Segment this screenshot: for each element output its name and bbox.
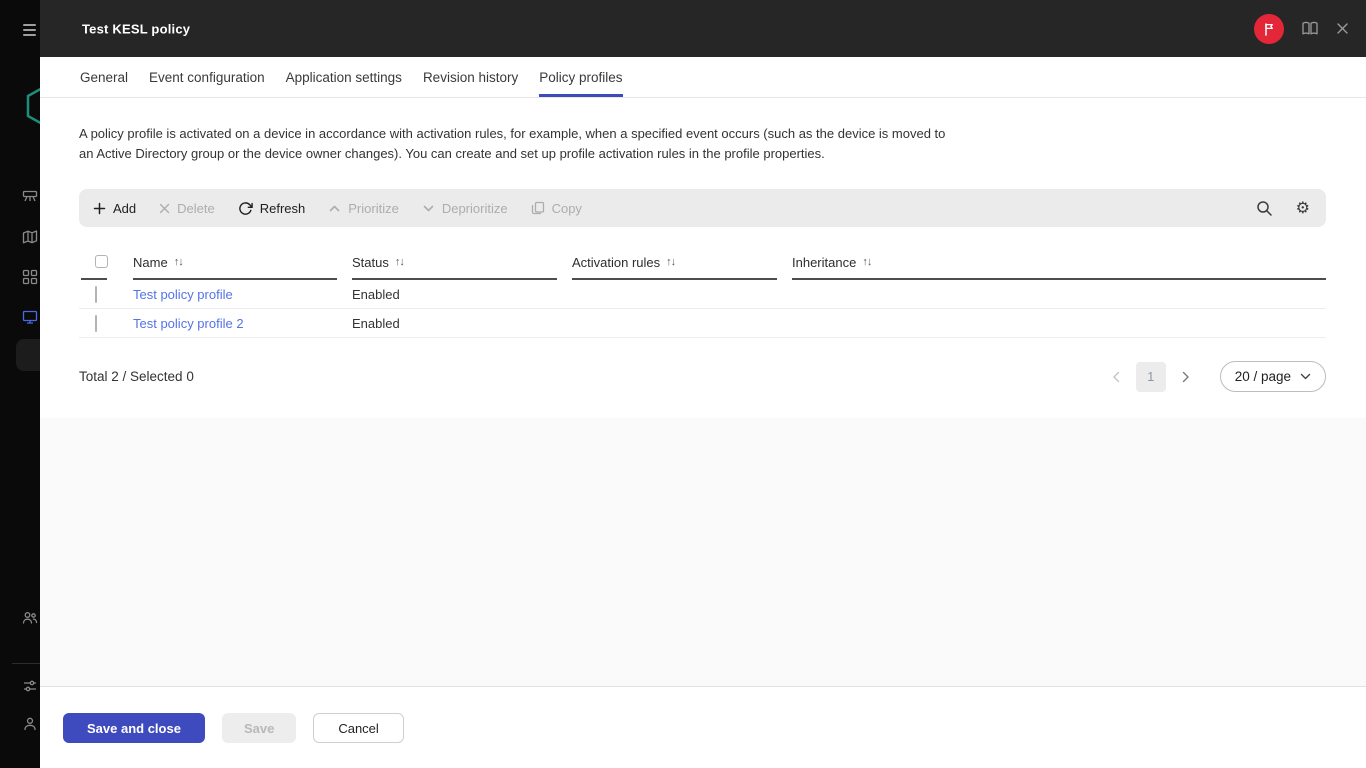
page-size-value: 20 / page — [1235, 369, 1291, 384]
tab-policy-profiles-label: Policy profiles — [539, 70, 622, 85]
toolbar: Add Delete Refresh Prioritize Deprioriti… — [79, 189, 1326, 227]
window-header: Test KESL policy — [40, 0, 1366, 57]
tab-event-configuration[interactable]: Event configuration — [149, 57, 265, 97]
save-button[interactable]: Save — [222, 713, 296, 743]
chevron-up-icon — [328, 202, 341, 215]
column-header-name[interactable]: Name ↑↓ — [133, 249, 352, 280]
table-row: Test policy profile Enabled — [79, 280, 1326, 309]
profile-link[interactable]: Test policy profile — [133, 287, 233, 302]
refresh-button[interactable]: Refresh — [238, 201, 306, 216]
refresh-button-label: Refresh — [260, 201, 306, 216]
next-page-icon[interactable] — [1182, 371, 1190, 383]
sort-icon[interactable]: ↑↓ — [174, 256, 183, 268]
users-icon[interactable] — [22, 610, 38, 631]
x-icon — [159, 203, 170, 214]
delete-button[interactable]: Delete — [159, 201, 215, 216]
deprioritize-button[interactable]: Deprioritize — [422, 201, 508, 216]
flag-icon[interactable] — [1254, 14, 1284, 44]
devices-monitor-icon[interactable] — [22, 309, 38, 330]
column-status-label: Status — [352, 255, 389, 270]
tab-revision-history[interactable]: Revision history — [423, 57, 518, 97]
active-section-pill — [16, 339, 40, 371]
gear-icon[interactable]: ⚙ — [1296, 200, 1310, 216]
empty-area — [40, 418, 1366, 686]
tab-bar: General Event configuration Application … — [40, 57, 1366, 98]
apps-grid-icon[interactable] — [22, 269, 38, 290]
sort-icon[interactable]: ↑↓ — [666, 256, 675, 268]
table-row: Test policy profile 2 Enabled — [79, 309, 1326, 338]
copy-icon — [531, 201, 545, 215]
close-icon[interactable] — [1336, 22, 1349, 35]
deprioritize-button-label: Deprioritize — [442, 201, 508, 216]
table-header: Name ↑↓ Status ↑↓ Activation rules ↑↓ Inher… — [79, 249, 1326, 280]
refresh-icon — [238, 201, 253, 216]
selection-summary: Total 2 / Selected 0 — [79, 369, 194, 384]
map-icon[interactable] — [22, 229, 38, 250]
sort-icon[interactable]: ↑↓ — [395, 256, 404, 268]
column-inheritance-label: Inheritance — [792, 255, 856, 270]
page-title: Test KESL policy — [82, 21, 190, 36]
page-size-dropdown[interactable]: 20 / page — [1220, 361, 1326, 392]
sliders-icon[interactable] — [22, 678, 38, 699]
plus-icon — [93, 202, 106, 215]
status-value: Enabled — [352, 316, 400, 331]
footer-bar: Save and close Save Cancel — [40, 686, 1366, 768]
column-activation-rules-label: Activation rules — [572, 255, 660, 270]
sort-icon[interactable]: ↑↓ — [862, 256, 871, 268]
tab-general[interactable]: General — [80, 57, 128, 97]
account-icon[interactable] — [22, 716, 38, 737]
cancel-button[interactable]: Cancel — [313, 713, 403, 743]
infrastructure-icon[interactable] — [22, 188, 38, 209]
chevron-down-icon — [422, 202, 435, 215]
save-and-close-button[interactable]: Save and close — [63, 713, 205, 743]
help-book-icon[interactable] — [1301, 21, 1319, 36]
sidebar — [0, 0, 40, 768]
tab-application-settings-label: Application settings — [286, 70, 402, 85]
sidebar-divider — [12, 663, 40, 664]
tab-content: A policy profile is activated on a devic… — [40, 98, 1366, 418]
prioritize-button[interactable]: Prioritize — [328, 201, 399, 216]
row-checkbox[interactable] — [95, 315, 97, 332]
tab-revision-history-label: Revision history — [423, 70, 518, 85]
current-page-button[interactable]: 1 — [1136, 362, 1166, 392]
status-value: Enabled — [352, 287, 400, 302]
tab-general-label: General — [80, 70, 128, 85]
profile-description: A policy profile is activated on a devic… — [79, 98, 963, 164]
tab-application-settings[interactable]: Application settings — [286, 57, 402, 97]
column-header-activation-rules[interactable]: Activation rules ↑↓ — [572, 249, 792, 280]
add-button[interactable]: Add — [93, 201, 136, 216]
column-header-inheritance[interactable]: Inheritance ↑↓ — [792, 249, 1326, 280]
tab-policy-profiles[interactable]: Policy profiles — [539, 57, 622, 97]
search-icon[interactable] — [1256, 200, 1273, 217]
add-button-label: Add — [113, 201, 136, 216]
profile-link[interactable]: Test policy profile 2 — [133, 316, 244, 331]
copy-button[interactable]: Copy — [531, 201, 582, 216]
chevron-down-icon — [1300, 373, 1311, 380]
delete-button-label: Delete — [177, 201, 215, 216]
copy-button-label: Copy — [552, 201, 582, 216]
tab-event-configuration-label: Event configuration — [149, 70, 265, 85]
select-all-checkbox[interactable] — [95, 255, 108, 268]
row-checkbox[interactable] — [95, 286, 97, 303]
pagination: Total 2 / Selected 0 1 20 / page — [79, 361, 1326, 392]
menu-icon[interactable] — [23, 24, 36, 36]
column-header-status[interactable]: Status ↑↓ — [352, 249, 572, 280]
column-name-label: Name — [133, 255, 168, 270]
prioritize-button-label: Prioritize — [348, 201, 399, 216]
policy-window: Test KESL policy General Event configura… — [40, 0, 1366, 768]
kaspersky-logo — [26, 84, 40, 133]
prev-page-icon[interactable] — [1112, 371, 1120, 383]
